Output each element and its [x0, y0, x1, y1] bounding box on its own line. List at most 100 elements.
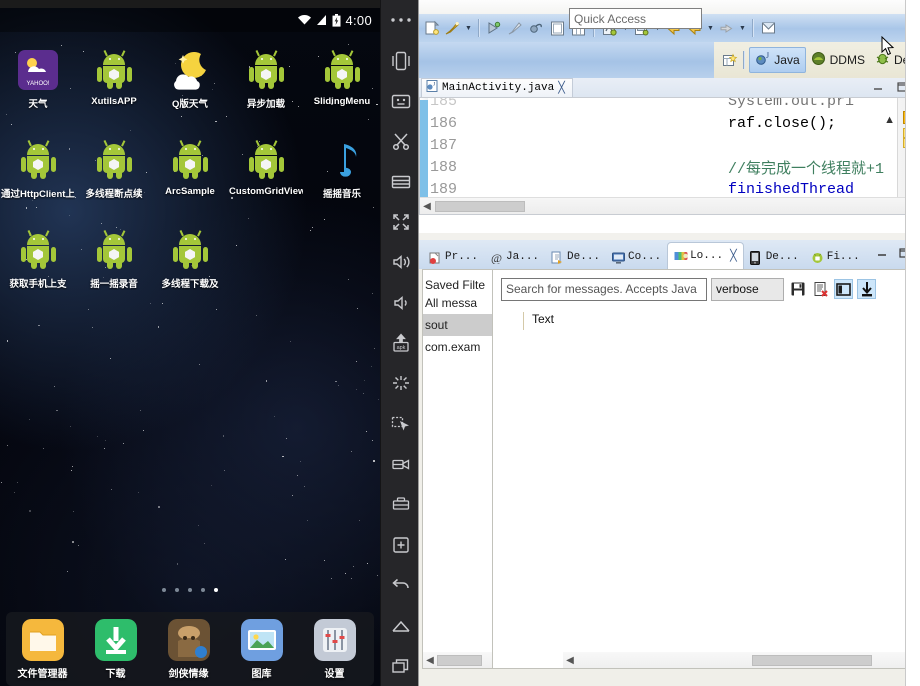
- nav-back-dropdown-arrow[interactable]: ▼: [705, 19, 716, 37]
- app-icon-cell[interactable]: YAHOO! 天气: [0, 42, 76, 132]
- run-dropdown-arrow[interactable]: ▼: [463, 19, 474, 37]
- bottom-view-minimize-button[interactable]: [875, 246, 889, 263]
- page-dot[interactable]: [214, 588, 218, 592]
- page-dot[interactable]: [188, 588, 192, 592]
- logcat-hscroll-left-arrow[interactable]: ◀: [563, 655, 577, 666]
- code-editor-pane[interactable]: 185 System.out.pri 186 raf.close(); 187 188 //…: [419, 97, 920, 215]
- page-dot[interactable]: [201, 588, 205, 592]
- android-robot-icon[interactable]: [92, 138, 136, 182]
- dock-item[interactable]: 设置: [298, 618, 371, 680]
- gallery-icon[interactable]: [240, 618, 283, 661]
- app-icon-cell[interactable]: 多线程下载及: [152, 222, 228, 312]
- music-note-icon[interactable]: [320, 138, 364, 182]
- recents-icon[interactable]: [381, 646, 421, 686]
- outline-icon[interactable]: [548, 19, 567, 38]
- game-icon[interactable]: [167, 618, 210, 661]
- app-icon-cell[interactable]: 摇一摇录音: [76, 222, 152, 312]
- app-icon-cell[interactable]: 摇摇音乐: [304, 132, 380, 222]
- editor-horizontal-scrollbar[interactable]: ◀ ▶: [420, 197, 920, 214]
- location-icon[interactable]: [381, 404, 421, 444]
- filters-hscroll-left-arrow[interactable]: ◀: [423, 655, 437, 666]
- install-apk-icon[interactable]: apk: [381, 323, 421, 363]
- more-options-icon[interactable]: [381, 0, 421, 40]
- app-icon-cell[interactable]: ArcSample: [152, 132, 228, 222]
- settings-sliders-icon[interactable]: [313, 618, 356, 661]
- screenshot-icon[interactable]: [381, 484, 421, 524]
- app-icon-cell[interactable]: 获取手机上支: [0, 222, 76, 312]
- keyboard-icon[interactable]: [381, 81, 421, 121]
- nav-forward-dropdown-arrow[interactable]: ▼: [737, 19, 748, 37]
- hscroll-left-arrow[interactable]: ◀: [420, 201, 434, 212]
- open-perspective-icon[interactable]: [721, 51, 738, 70]
- android-robot-icon[interactable]: [320, 48, 364, 92]
- scroll-lock-icon[interactable]: [857, 279, 876, 299]
- logcat-hscroll-thumb[interactable]: [752, 654, 872, 666]
- shake-icon[interactable]: [381, 363, 421, 403]
- emulator-screen[interactable]: 4:00 YAHOO! 天气 XutilsAPP Q版天气 异步加载 SlidingMen…: [0, 8, 380, 686]
- app-icon-cell[interactable]: XutilsAPP: [76, 42, 152, 132]
- coverage-icon[interactable]: [506, 19, 525, 38]
- android-robot-icon[interactable]: [92, 48, 136, 92]
- android-robot-icon[interactable]: [168, 228, 212, 272]
- bottom-tab-3[interactable]: Co...: [606, 245, 667, 269]
- yahoo-weather-icon[interactable]: YAHOO!: [16, 48, 60, 92]
- volume-up-icon[interactable]: [381, 242, 421, 282]
- scissors-icon[interactable]: [381, 121, 421, 161]
- bottom-tab-1[interactable]: @ Ja...: [484, 245, 545, 269]
- record-video-icon[interactable]: [381, 444, 421, 484]
- bottom-tab-4[interactable]: Lo... ╳: [667, 242, 744, 269]
- save-log-icon[interactable]: [788, 279, 807, 299]
- bottom-tab-5[interactable]: De...: [744, 245, 805, 269]
- fullscreen-icon[interactable]: [381, 202, 421, 242]
- saved-filter-item[interactable]: All messa: [423, 292, 492, 314]
- hscroll-thumb[interactable]: [435, 200, 525, 212]
- page-dot[interactable]: [175, 588, 179, 592]
- back-icon[interactable]: [381, 565, 421, 605]
- skip-breakpoints-icon[interactable]: [527, 19, 546, 38]
- saved-filter-item[interactable]: com.exam: [423, 336, 492, 358]
- quick-access-input[interactable]: [569, 8, 702, 29]
- scroll-up-icon[interactable]: ▲: [884, 114, 895, 126]
- download-icon[interactable]: [94, 618, 137, 661]
- logcat-level-select[interactable]: verbosedebuginfowarnerrorassert: [711, 277, 784, 301]
- new-editor-icon[interactable]: [759, 19, 778, 38]
- close-icon[interactable]: ╳: [558, 81, 565, 95]
- bottom-tab-6[interactable]: Fi...: [805, 245, 866, 269]
- clear-log-icon[interactable]: [811, 279, 830, 299]
- android-robot-icon[interactable]: [244, 138, 288, 182]
- app-icon-cell[interactable]: CustomGridView: [228, 132, 304, 222]
- logcat-search-input[interactable]: [501, 277, 707, 301]
- filters-hscroll-thumb[interactable]: [437, 654, 482, 666]
- window-icon[interactable]: [381, 161, 421, 201]
- new-wizard-icon[interactable]: [422, 19, 441, 38]
- folder-icon[interactable]: [21, 618, 64, 661]
- app-icon-cell[interactable]: Q版天气: [152, 42, 228, 132]
- dock-item[interactable]: 下载: [79, 618, 152, 680]
- volume-down-icon[interactable]: [381, 283, 421, 323]
- dock-item[interactable]: 图库: [225, 618, 298, 680]
- android-robot-icon[interactable]: [168, 138, 212, 182]
- page-indicator-dots[interactable]: [0, 588, 380, 592]
- saved-filter-item[interactable]: sout: [423, 314, 492, 336]
- android-robot-icon[interactable]: [16, 228, 60, 272]
- app-icon-cell[interactable]: 通过HttpClient上: [0, 132, 76, 222]
- perspective-java[interactable]: J Java: [749, 47, 806, 73]
- android-robot-icon[interactable]: [244, 48, 288, 92]
- editor-tab-mainactivity[interactable]: J MainActivity.java ╳: [421, 78, 573, 97]
- moon-cloud-icon[interactable]: [168, 48, 212, 92]
- display-view-icon[interactable]: [834, 279, 853, 299]
- android-robot-icon[interactable]: [16, 138, 60, 182]
- run-icon[interactable]: [443, 19, 462, 38]
- dock-item[interactable]: 剑侠情缘: [152, 618, 225, 680]
- bottom-tab-0[interactable]: Pr...: [423, 245, 484, 269]
- close-icon[interactable]: ╳: [730, 249, 737, 263]
- page-dot[interactable]: [162, 588, 166, 592]
- android-robot-icon[interactable]: [92, 228, 136, 272]
- app-icon-cell[interactable]: SlidingMenu: [304, 42, 380, 132]
- app-icon-cell[interactable]: 多线程断点续: [76, 132, 152, 222]
- perspective-ddms[interactable]: DDMS: [806, 48, 870, 72]
- add-widget-icon[interactable]: [381, 525, 421, 565]
- filters-horizontal-scrollbar[interactable]: ◀: [423, 652, 492, 668]
- logcat-horizontal-scrollbar[interactable]: ◀ ▶: [563, 652, 917, 668]
- bottom-tab-2[interactable]: De...: [545, 245, 606, 269]
